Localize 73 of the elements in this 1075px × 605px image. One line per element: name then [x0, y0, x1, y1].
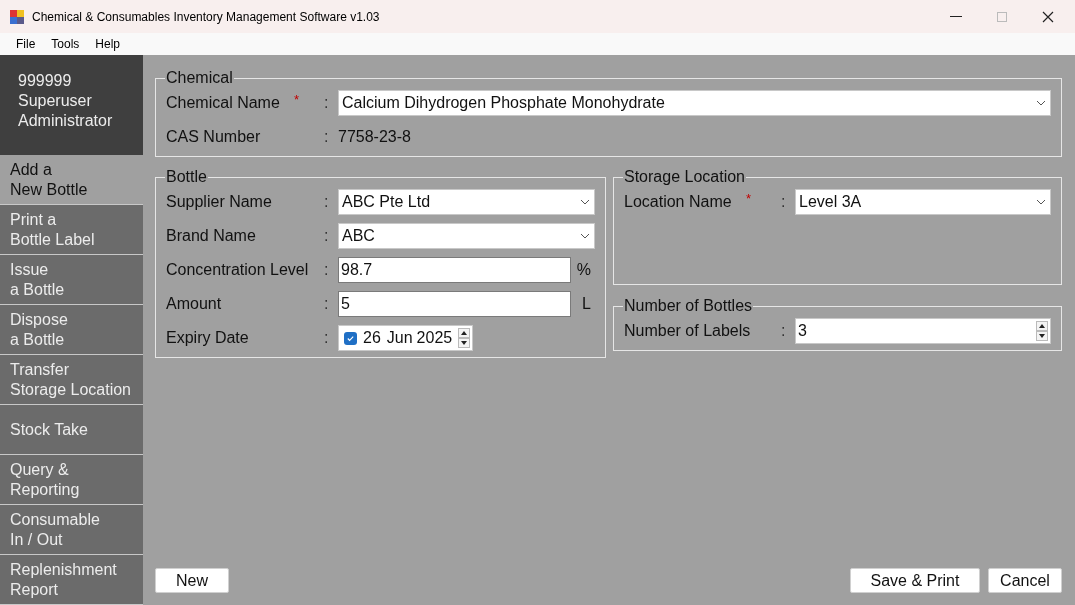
user-role: Superuser [18, 91, 93, 111]
sidebar-item[interactable]: Replenishment Report [0, 555, 143, 605]
field-label: Amount [166, 294, 223, 314]
maximize-icon [997, 11, 1007, 22]
group-title: Number of Bottles [623, 296, 754, 316]
field-label: Chemical Name [166, 93, 281, 113]
text-field[interactable]: 98.7 [338, 257, 571, 283]
button[interactable]: Save & Print [850, 568, 980, 593]
field-label: Supplier Name [166, 192, 273, 212]
close-icon [1042, 10, 1054, 23]
field-label: CAS Number [166, 127, 262, 147]
menu-item[interactable]: Help [88, 35, 128, 53]
menu-item[interactable]: Tools [44, 35, 87, 53]
colon: : [324, 127, 330, 147]
field-label: Brand Name [166, 226, 257, 246]
sidebar-item[interactable]: Issue a Bottle [0, 255, 143, 305]
dropdown-value: Level 3A [799, 192, 863, 212]
group-title: Storage Location [623, 167, 746, 187]
spinner-icon[interactable] [1036, 321, 1048, 341]
dropdown[interactable]: Level 3A [795, 189, 1051, 215]
field-label: Expiry Date [166, 328, 250, 348]
user-name: Administrator [18, 111, 114, 131]
field-label: Concentration Level [166, 260, 310, 280]
colon: : [324, 328, 330, 348]
date-year: 2025 [416, 328, 453, 348]
checkmark-icon [346, 333, 355, 343]
app-icon [10, 9, 24, 24]
button[interactable]: New [155, 568, 229, 593]
user-id: 999999 [18, 71, 73, 91]
group-title: Bottle [165, 167, 208, 187]
date-day: 26 [363, 326, 381, 350]
colon: : [781, 192, 787, 212]
caret-icon [1036, 199, 1046, 205]
caret-icon [1036, 100, 1046, 106]
checkbox[interactable] [344, 331, 357, 345]
unit-label: % [575, 260, 592, 280]
dropdown-value: Calcium Dihydrogen Phosphate Monohydrate [342, 93, 666, 113]
spinner-icon[interactable] [458, 328, 471, 348]
required-mark: * [746, 190, 753, 208]
menu-item[interactable]: File [9, 35, 43, 53]
dropdown[interactable]: ABC Pte Ltd [338, 189, 595, 215]
group-title: Chemical [165, 68, 234, 88]
dropdown[interactable]: ABC [338, 223, 595, 249]
number-value: 3 [798, 321, 808, 341]
field-label: Number of Labels [624, 321, 752, 341]
sidebar-item[interactable]: Print a Bottle Label [0, 205, 143, 255]
sidebar-item[interactable]: Dispose a Bottle [0, 305, 143, 355]
dropdown[interactable]: Calcium Dihydrogen Phosphate Monohydrate [338, 90, 1051, 116]
date-picker[interactable]: 26 Jun 2025 [338, 325, 474, 351]
dropdown-value: ABC Pte Ltd [342, 192, 432, 212]
unit-label: L [581, 294, 592, 314]
date-month: Jun [386, 328, 413, 348]
colon: : [781, 321, 787, 341]
dropdown-value: ABC [342, 226, 376, 246]
number-field[interactable]: 3 [795, 318, 1051, 344]
required-mark: * [294, 91, 301, 109]
caret-icon [580, 199, 590, 205]
field-label: Location Name [624, 192, 733, 212]
colon: : [324, 294, 330, 314]
sidebar-item[interactable]: Consumable In / Out [0, 505, 143, 555]
caret-icon [580, 233, 590, 239]
colon: : [324, 260, 330, 280]
sidebar-item[interactable]: Query & Reporting [0, 455, 143, 505]
sidebar-item[interactable]: Transfer Storage Location [0, 355, 143, 405]
colon: : [324, 226, 330, 246]
colon: : [324, 192, 330, 212]
text-field[interactable]: 5 [338, 291, 571, 317]
sidebar-item[interactable]: Stock Take [0, 405, 143, 455]
field-value: 7758-23-8 [338, 127, 412, 147]
minimize-icon [950, 15, 962, 18]
window-title: Chemical & Consumables Inventory Management Software v1.03 [32, 8, 380, 26]
colon: : [324, 93, 330, 113]
button[interactable]: Cancel [988, 568, 1062, 593]
